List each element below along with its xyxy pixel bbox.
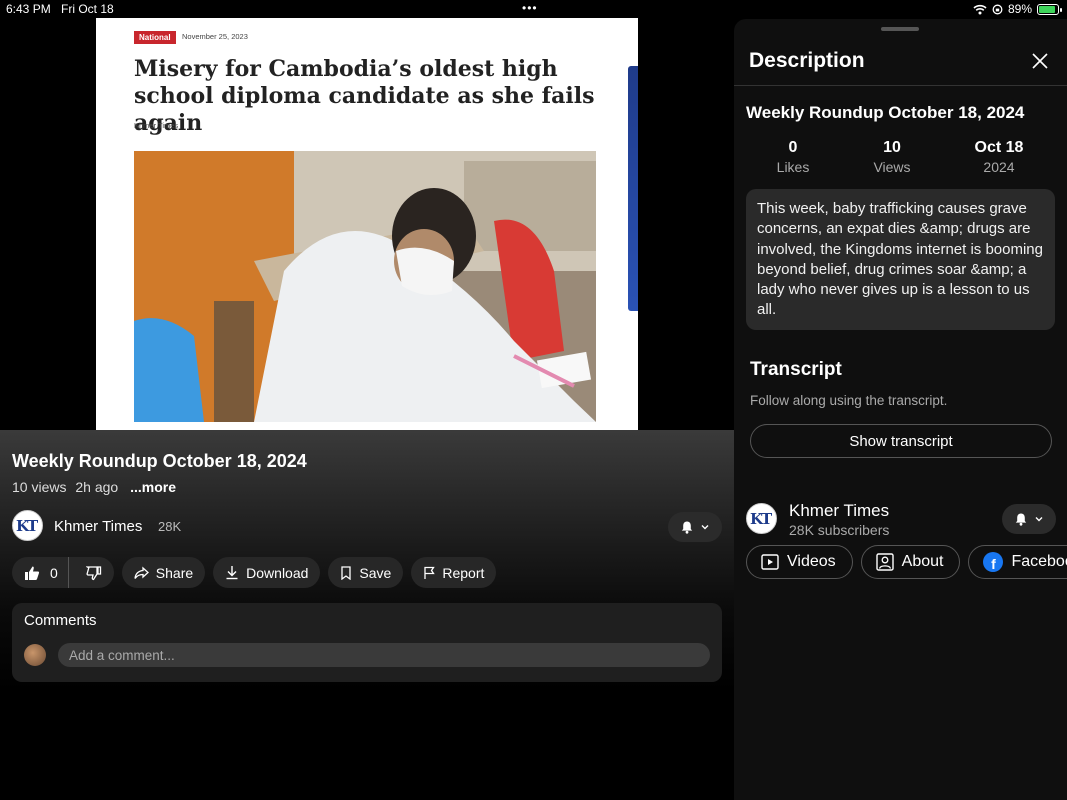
article-headline: Misery for Cambodia’s oldest high school… xyxy=(134,56,595,136)
comment-input[interactable] xyxy=(58,643,710,667)
article-source: Khmer Times xyxy=(134,121,179,130)
report-label: Report xyxy=(442,564,485,581)
wifi-icon xyxy=(973,4,987,14)
stat-value: 0 xyxy=(788,139,798,156)
videos-button[interactable]: Videos xyxy=(746,545,853,579)
stat-value: Oct 18 xyxy=(974,139,1024,156)
video-frame-article: National November 25, 2023 Misery for Ca… xyxy=(96,18,638,431)
channel-avatar[interactable]: KT xyxy=(746,503,777,534)
panel-channel-row: KT Khmer Times 28K subscribers xyxy=(746,500,1056,538)
battery-percent: 89% xyxy=(1007,2,1032,16)
video-views: 10 views xyxy=(12,479,67,495)
video-stats: 0 Likes 10 Views Oct 18 2024 xyxy=(746,139,1056,179)
notification-bell-button[interactable] xyxy=(1002,504,1056,534)
video-meta: 10 views 2h ago ...more xyxy=(12,479,181,495)
channel-tabs: Videos About f Facebook xyxy=(746,545,1067,579)
article-category-tag: National xyxy=(134,31,176,44)
description-video-title: Weekly Roundup October 18, 2024 xyxy=(746,103,1025,122)
user-avatar xyxy=(24,644,46,666)
panel-divider xyxy=(734,85,1067,86)
panel-drag-handle[interactable] xyxy=(881,27,919,31)
thumbs-up-icon xyxy=(25,566,40,580)
facebook-button[interactable]: f Facebook xyxy=(968,545,1067,579)
panel-title: Description xyxy=(749,49,865,72)
orientation-lock-icon xyxy=(992,4,1003,14)
about-button[interactable]: About xyxy=(860,545,961,579)
multitask-dots-icon[interactable]: ••• xyxy=(522,1,538,15)
bell-icon xyxy=(1015,513,1027,526)
stat-label: 2024 xyxy=(983,159,1015,175)
flag-icon xyxy=(424,566,436,579)
video-title: Weekly Roundup October 18, 2024 xyxy=(12,451,307,471)
channel-logo: KT xyxy=(16,517,38,535)
chevron-down-icon xyxy=(701,525,709,530)
transcript-title: Transcript xyxy=(750,359,842,380)
download-button[interactable]: Download xyxy=(213,557,321,588)
stat-label: Views xyxy=(873,159,911,175)
share-icon xyxy=(134,566,149,579)
close-icon[interactable] xyxy=(1031,52,1049,70)
person-card-icon xyxy=(875,553,894,571)
like-dislike-group: 0 xyxy=(12,557,114,588)
description-panel: Description Weekly Roundup October 18, 2… xyxy=(734,19,1067,800)
channel-row: KT Khmer Times 28K xyxy=(12,510,722,544)
download-label: Download xyxy=(246,564,309,581)
stat-date: Oct 18 2024 xyxy=(949,139,1049,175)
bookmark-icon xyxy=(341,565,352,580)
play-square-icon xyxy=(761,554,779,570)
article-date: November 25, 2023 xyxy=(182,32,248,41)
transcript-subtitle: Follow along using the transcript. xyxy=(750,393,948,408)
article-photo xyxy=(134,151,596,422)
video-frame-side-panel xyxy=(628,66,638,311)
about-label: About xyxy=(901,553,944,570)
status-date: Fri Oct 18 xyxy=(61,2,114,16)
channel-subscriber-count: 28K xyxy=(158,519,182,534)
action-bar: 0 Share Download Save Report xyxy=(12,557,497,588)
thumbs-down-icon xyxy=(85,565,101,580)
like-button[interactable]: 0 xyxy=(12,557,69,588)
comments-section[interactable]: Comments xyxy=(12,603,722,682)
status-indicators: 89% xyxy=(973,2,1062,16)
notification-bell-button[interactable] xyxy=(668,512,722,542)
save-label: Save xyxy=(359,564,392,581)
more-link[interactable]: ...more xyxy=(130,479,176,495)
description-text: This week, baby trafficking causes grave… xyxy=(746,189,1055,330)
dislike-button[interactable] xyxy=(76,557,114,588)
share-button[interactable]: Share xyxy=(121,557,206,588)
stat-value: 10 xyxy=(883,139,901,156)
status-bar: 6:43 PM Fri Oct 18 ••• 89% xyxy=(0,0,1067,18)
report-button[interactable]: Report xyxy=(411,557,497,588)
video-player[interactable]: National November 25, 2023 Misery for Ca… xyxy=(0,18,734,432)
battery-icon xyxy=(1037,3,1062,15)
channel-name[interactable]: Khmer Times xyxy=(789,501,889,521)
video-info: Weekly Roundup October 18, 2024 10 views… xyxy=(0,431,734,800)
save-button[interactable]: Save xyxy=(328,557,404,588)
video-age: 2h ago xyxy=(75,479,119,495)
comments-title: Comments xyxy=(24,612,97,629)
bell-icon xyxy=(681,521,693,534)
stat-likes: 0 Likes xyxy=(743,139,843,175)
facebook-label: Facebook xyxy=(1011,553,1067,570)
stat-label: Likes xyxy=(776,159,810,175)
channel-logo: KT xyxy=(750,510,772,528)
like-count: 0 xyxy=(50,564,58,581)
show-transcript-button[interactable]: Show transcript xyxy=(750,424,1052,458)
channel-avatar[interactable]: KT xyxy=(12,510,43,541)
video-watch-area: National November 25, 2023 Misery for Ca… xyxy=(0,0,734,800)
videos-label: Videos xyxy=(787,553,836,570)
facebook-icon: f xyxy=(983,552,1004,572)
chevron-down-icon xyxy=(1035,517,1043,522)
channel-name[interactable]: Khmer Times xyxy=(54,518,142,535)
stat-views: 10 Views xyxy=(842,139,942,175)
download-icon xyxy=(226,566,238,580)
channel-subscribers: 28K subscribers xyxy=(789,522,890,538)
share-label: Share xyxy=(155,564,194,581)
status-time: 6:43 PM xyxy=(6,2,51,16)
